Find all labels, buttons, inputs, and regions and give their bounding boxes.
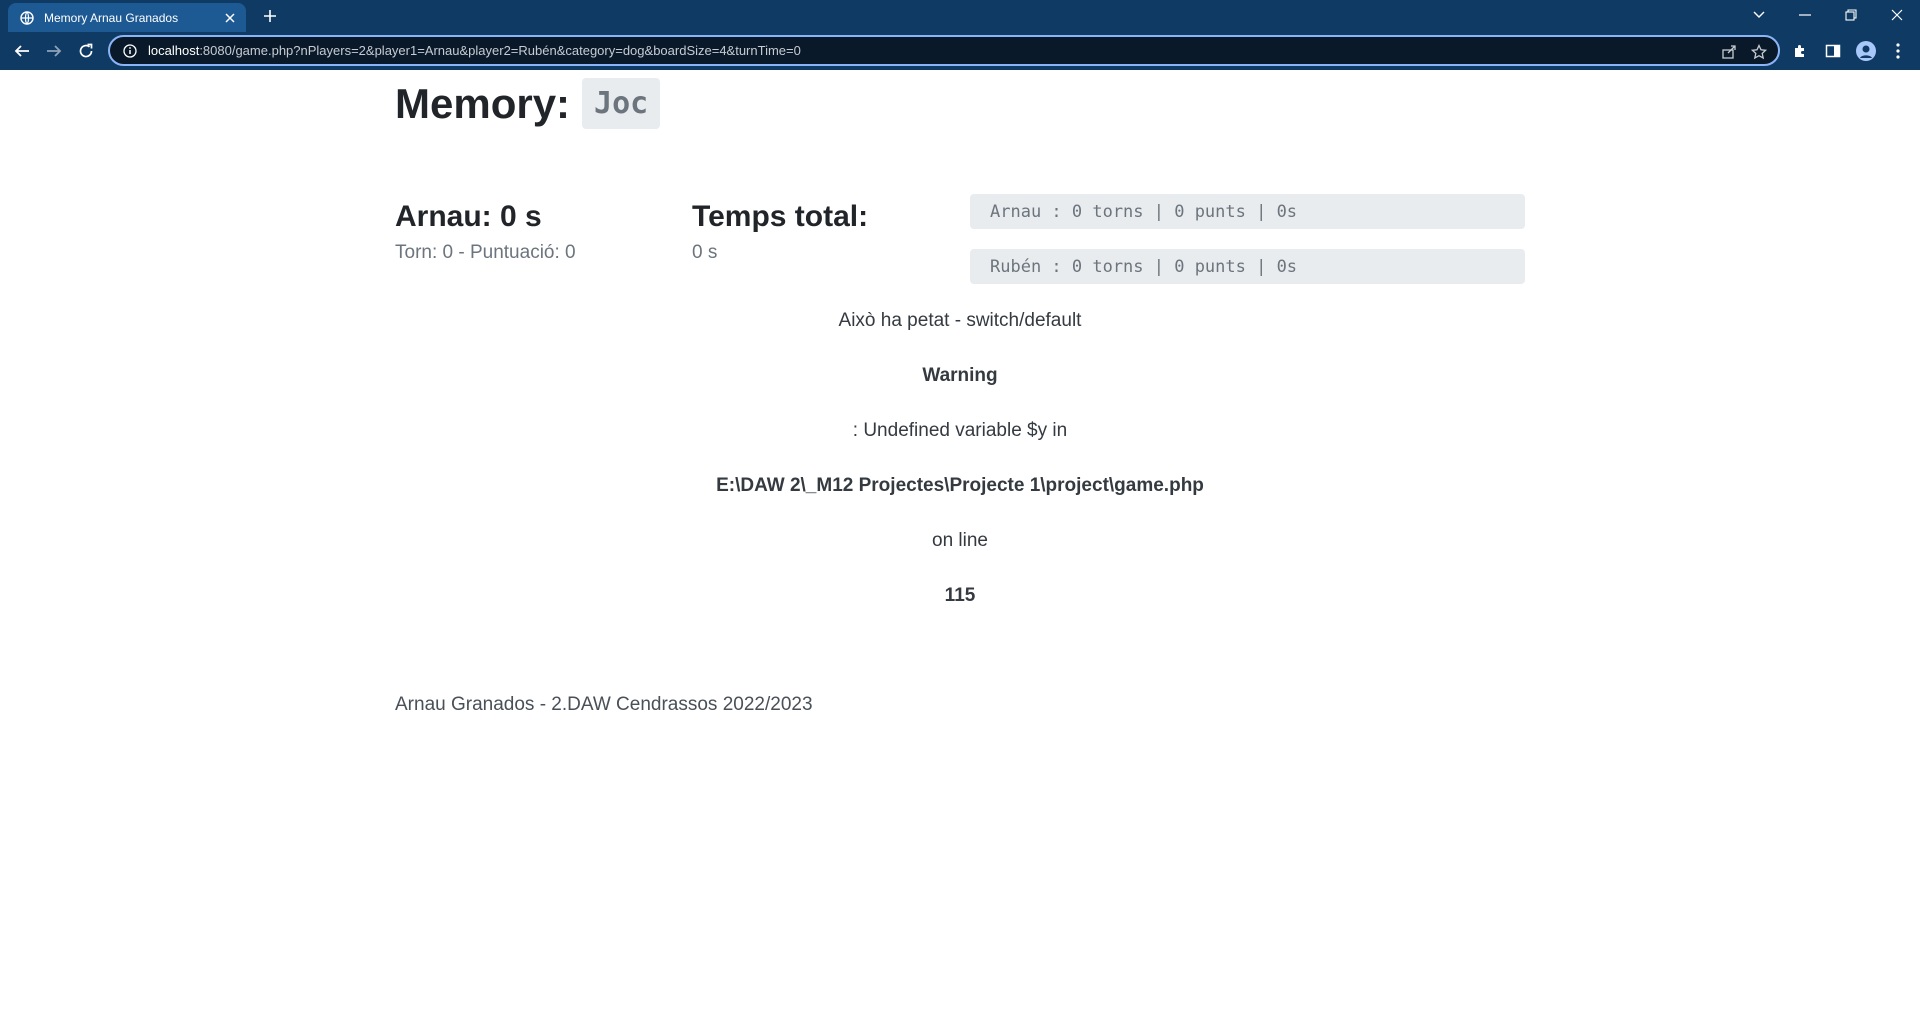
error-message: Això ha petat - switch/default <box>838 310 1082 331</box>
browser-chrome: Memory Arnau Granados localhost:8080/gam… <box>0 0 1920 70</box>
current-player-heading: Arnau: 0 s <box>395 200 542 233</box>
star-icon[interactable] <box>1750 43 1768 61</box>
score-row: Rubén : 0 torns | 0 punts | 0s <box>970 249 1525 284</box>
warning-line-number: 115 <box>944 585 976 606</box>
kebab-menu-icon[interactable] <box>1888 41 1908 61</box>
puzzle-icon[interactable] <box>1790 41 1810 61</box>
plus-icon[interactable] <box>260 6 280 26</box>
current-player-panel: Arnau: 0 s Torn: 0 - Puntuació: 0 <box>395 200 576 264</box>
globe-icon <box>20 10 34 25</box>
minimize-icon[interactable] <box>1782 0 1828 30</box>
page-title: Memory: <box>395 79 571 127</box>
warning-on-line: on line <box>932 530 988 551</box>
forward-arrow-icon[interactable] <box>40 37 68 65</box>
page-footer: Arnau Granados - 2.DAW Cendrassos 2022/2… <box>395 694 813 715</box>
restore-icon[interactable] <box>1828 0 1874 30</box>
share-icon[interactable] <box>1720 43 1738 61</box>
total-time-value: 0 s <box>692 242 718 263</box>
tab-strip: Memory Arnau Granados <box>0 0 1920 32</box>
reload-icon[interactable] <box>72 37 100 65</box>
total-time-heading: Temps total: <box>692 200 869 233</box>
page-badge: Joc <box>582 78 661 129</box>
score-row: Arnau : 0 torns | 0 punts | 0s <box>970 194 1525 229</box>
browser-tab[interactable]: Memory Arnau Granados <box>8 3 246 32</box>
address-bar[interactable]: localhost:8080/game.php?nPlayers=2&playe… <box>108 35 1780 66</box>
close-window-icon[interactable] <box>1874 0 1920 30</box>
total-time-panel: Temps total: 0 s <box>692 200 868 264</box>
back-arrow-icon[interactable] <box>8 37 36 65</box>
avatar[interactable] <box>1856 41 1876 61</box>
chevron-down-icon[interactable] <box>1736 0 1782 30</box>
side-panel-icon[interactable] <box>1823 41 1843 61</box>
tab-title: Memory Arnau Granados <box>44 10 179 25</box>
current-player-stats: Torn: 0 - Puntuació: 0 <box>395 242 576 263</box>
web-page: Memory: Joc Arnau: 0 s Torn: 0 - Puntuac… <box>0 70 1920 1033</box>
browser-toolbar: localhost:8080/game.php?nPlayers=2&playe… <box>0 32 1920 70</box>
url-text: localhost:8080/game.php?nPlayers=2&playe… <box>148 43 801 58</box>
warning-detail: : Undefined variable $y in <box>852 420 1068 441</box>
close-icon[interactable] <box>222 10 238 26</box>
url-path: :8080/game.php?nPlayers=2&player1=Arnau&… <box>199 43 801 58</box>
page-heading: Memory: Joc <box>395 78 661 129</box>
warning-file-path: E:\DAW 2\_M12 Projectes\Projecte 1\proje… <box>716 475 1204 496</box>
url-host: localhost <box>148 43 200 58</box>
warning-label: Warning <box>922 365 998 386</box>
info-icon[interactable] <box>122 43 138 59</box>
